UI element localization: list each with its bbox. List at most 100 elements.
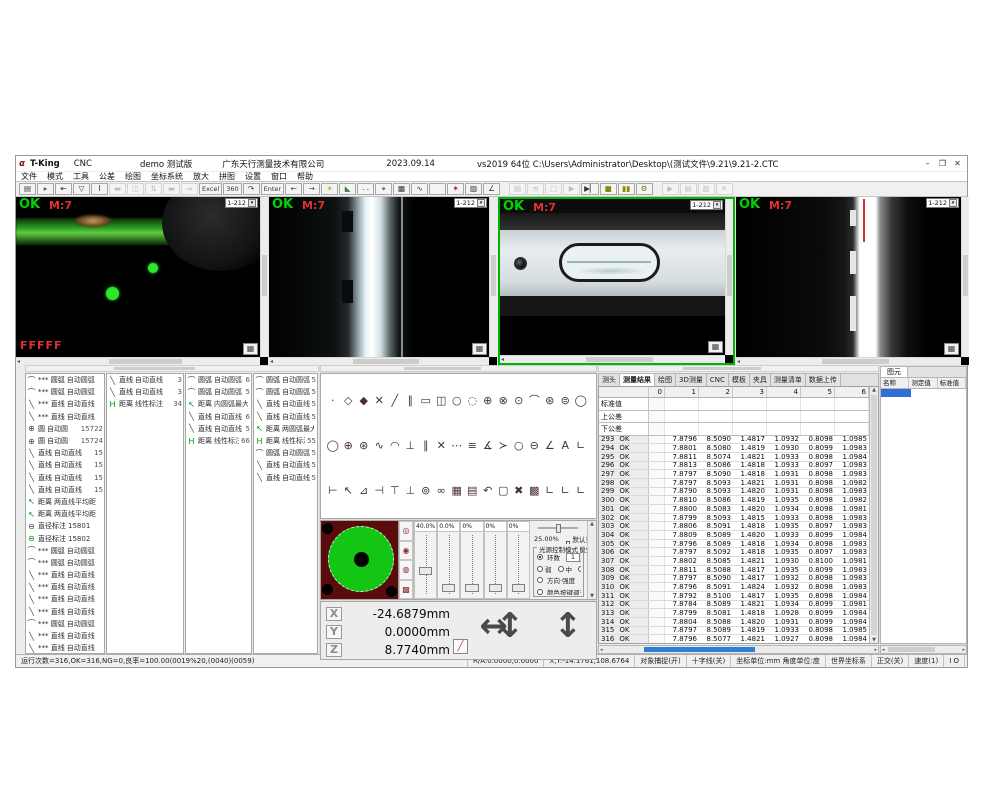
slider-thumb[interactable] [512, 584, 525, 592]
ring-number-select[interactable]: 1 ▼ [566, 553, 581, 562]
tool-icon[interactable]: ∟ [542, 483, 558, 499]
chevron-down-icon[interactable]: ▾ [949, 199, 957, 207]
list-item[interactable]: ╲直线自动直线5 [254, 459, 317, 471]
table-row[interactable]: 311OK7.87928.51001.48171.09350.80981.098… [599, 592, 869, 601]
scroll-thumb[interactable] [353, 359, 419, 364]
camera-vscrollbar[interactable] [961, 197, 969, 357]
column-header-5[interactable]: 5 [801, 387, 835, 397]
menu-item-1[interactable]: 模式 [42, 172, 68, 182]
scroll-down-icon[interactable]: ▼ [588, 593, 596, 599]
tool-icon[interactable]: ↖ [341, 483, 357, 499]
probe-button[interactable]: ▽ [73, 183, 90, 195]
hatch-button[interactable]: ▩ [393, 183, 410, 195]
radio-icon[interactable] [537, 589, 543, 595]
scroll-thumb[interactable] [871, 395, 877, 635]
light-slider-1[interactable]: 40.0% [414, 521, 437, 599]
column-header-3[interactable]: 3 [733, 387, 767, 397]
light-slider-4[interactable]: 0% [484, 521, 507, 599]
slider-thumb[interactable] [556, 524, 561, 533]
tool-icon[interactable]: ▩ [527, 483, 543, 499]
camera-id-badge[interactable]: 1-212 ▾ [225, 198, 258, 208]
stop-button[interactable]: ■ [600, 183, 617, 195]
spec-row[interactable]: 标准值 [599, 398, 869, 411]
scroll-right-icon[interactable]: ▸ [962, 647, 965, 653]
tool-icon[interactable]: ∡ [480, 438, 496, 454]
list-button[interactable]: ≡ [527, 183, 544, 195]
slider-thumb[interactable] [465, 584, 478, 592]
dash-button[interactable]: - - [357, 183, 374, 195]
list-item[interactable]: H距离线性标注55 [254, 435, 317, 447]
stage-icon[interactable]: ▦ [944, 343, 959, 355]
table-row[interactable]: 307OK7.88028.50851.48211.09300.81001.098… [599, 557, 869, 566]
table-row[interactable]: 295OK7.88118.50741.48211.09330.80981.098… [599, 453, 869, 462]
tool-icon[interactable]: ∞ [434, 483, 450, 499]
tab-7[interactable]: 测量清单 [771, 374, 806, 386]
tool-icon[interactable]: · [325, 393, 341, 409]
wave-button[interactable]: ∿ [411, 183, 428, 195]
tool-icon[interactable]: ⊖ [527, 438, 543, 454]
table-row[interactable]: 312OK7.87848.50891.48211.09340.80991.098… [599, 601, 869, 610]
table-row[interactable]: 293OK7.87968.50901.48171.09320.80981.098… [599, 436, 869, 445]
tab-5[interactable]: 模板 [729, 374, 750, 386]
scroll-thumb[interactable] [727, 255, 732, 296]
light-bulb-button[interactable]: ☀ [321, 183, 338, 195]
list-item[interactable]: ╲直线自动直线5 [254, 411, 317, 423]
intensity-option-中[interactable]: 中 [558, 564, 573, 574]
tool-icon[interactable]: ⊚ [418, 483, 434, 499]
list-item[interactable]: ⌒圆弧自动圆弧5 [186, 386, 251, 398]
table-top-hscrollbar[interactable] [598, 365, 879, 372]
chevron-down-icon[interactable]: ▾ [713, 201, 721, 209]
play-button[interactable]: ▶ [563, 183, 580, 195]
arrow-left-button[interactable]: ← [285, 183, 302, 195]
grid-vscrollbar[interactable]: ▲▼ [869, 387, 878, 643]
scroll-thumb[interactable] [644, 647, 756, 652]
list-item[interactable]: ↖距离内圆弧最大距 [186, 398, 251, 410]
tool-icon[interactable]: ◫ [434, 393, 450, 409]
list-item[interactable]: ⌒圆弧自动圆弧5 [254, 386, 317, 398]
table-row[interactable]: 313OK7.87998.50811.48181.09280.80991.098… [599, 609, 869, 618]
list-item[interactable]: ⊖直径标注15802 [26, 532, 104, 544]
camera-id-badge[interactable]: 1-212 ▾ [690, 200, 723, 210]
ring-mode-icon-4[interactable]: ▩ [399, 580, 413, 600]
slider-thumb[interactable] [442, 584, 455, 592]
radio-icon[interactable] [537, 577, 543, 583]
list-item[interactable]: ⌒*** 圆弧自动圆弧 [26, 618, 104, 630]
tool-icon[interactable]: ◌ [465, 393, 481, 409]
slider-thumb[interactable] [489, 584, 502, 592]
camera-vscrollbar[interactable] [260, 197, 268, 357]
tool-icon[interactable]: ◆ [356, 393, 372, 409]
tool-icon[interactable]: ⊙ [511, 393, 527, 409]
list-item[interactable]: ╲直线自动直线5 [254, 398, 317, 410]
shift-button[interactable]: ⇒ [181, 183, 198, 195]
scroll-thumb[interactable] [262, 255, 267, 297]
tool-icon[interactable]: ╱ [387, 393, 403, 409]
column-header-2[interactable]: 2 [699, 387, 733, 397]
ring-light-preview[interactable] [321, 521, 399, 599]
tool-icon[interactable]: ⊢ [325, 483, 341, 499]
menu-item-10[interactable]: 帮助 [292, 172, 318, 182]
menu-item-3[interactable]: 公差 [94, 172, 120, 182]
stage-icon[interactable]: ▦ [708, 341, 723, 353]
blank-button[interactable] [429, 183, 446, 195]
palette-hscrollbar[interactable] [320, 365, 597, 372]
table-row[interactable]: 316OK7.87968.50771.48211.09270.80981.098… [599, 635, 869, 643]
excel-button[interactable]: Excel [199, 183, 222, 195]
camera-hscrollbar[interactable]: ◂ [269, 357, 489, 365]
image-button[interactable]: ◣ [339, 183, 356, 195]
tool-icon[interactable]: ◯ [325, 438, 341, 454]
menu-item-5[interactable]: 坐标系统 [146, 172, 188, 182]
tool-icon[interactable]: ⊥ [403, 483, 419, 499]
list-item[interactable]: ╲直线自动直线5 [186, 423, 251, 435]
chevron-down-icon[interactable]: ▼ [579, 553, 581, 561]
spec-row[interactable]: 上公差 [599, 411, 869, 424]
fixture-button[interactable]: ◫ [127, 183, 144, 195]
list-item[interactable]: ⌒*** 圆弧自动圆弧 [26, 386, 104, 398]
dither-button[interactable]: ▨ [465, 183, 482, 195]
radio-icon[interactable] [537, 554, 543, 560]
table-row[interactable]: 299OK7.87908.50931.48201.09310.80981.098… [599, 488, 869, 497]
save-3-button[interactable]: ▤ [680, 183, 697, 195]
open-button[interactable]: ▸ [37, 183, 54, 195]
menu-item-2[interactable]: 工具 [68, 172, 94, 182]
ring-mode-icon-2[interactable]: ◉ [399, 541, 413, 561]
tool-icon[interactable]: ∥ [403, 393, 419, 409]
